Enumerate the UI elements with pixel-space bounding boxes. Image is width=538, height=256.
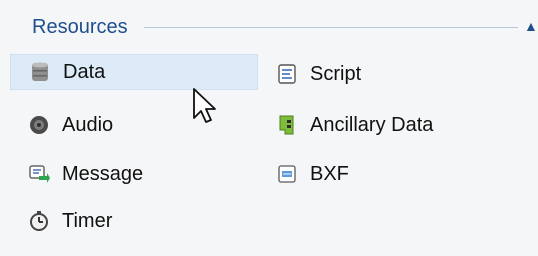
resource-item-audio[interactable]: Audio xyxy=(10,107,258,143)
ancillary-data-icon xyxy=(276,114,298,136)
message-icon xyxy=(28,163,50,185)
database-icon xyxy=(29,61,51,83)
resource-item-timer[interactable]: Timer xyxy=(10,203,258,239)
resource-item-label: Data xyxy=(63,60,106,83)
resource-item-script[interactable]: Script xyxy=(258,56,528,92)
resources-group-title: Resources xyxy=(32,16,136,39)
stopwatch-icon xyxy=(28,210,50,232)
chevron-up-icon[interactable]: ▲ xyxy=(524,19,538,33)
resource-item-label: Timer xyxy=(62,209,113,232)
resource-item-bxf[interactable]: BXF xyxy=(258,156,528,192)
group-separator-line xyxy=(144,27,518,28)
resource-item-message[interactable]: Message xyxy=(10,156,258,192)
resources-group-header[interactable]: Resources ▲ xyxy=(14,14,538,42)
resource-item-label: Script xyxy=(310,62,362,85)
resource-item-label: Audio xyxy=(62,113,114,136)
bxf-icon xyxy=(276,163,298,185)
resource-item-label: Message xyxy=(62,162,144,185)
speaker-icon xyxy=(28,114,50,136)
mouse-cursor-icon xyxy=(193,88,216,123)
resource-item-label: Ancillary Data xyxy=(310,113,434,136)
resources-panel: Resources ▲ Data Audio Message Timer Scr… xyxy=(0,0,538,256)
resource-item-ancillary-data[interactable]: Ancillary Data xyxy=(258,107,528,143)
resource-item-label: BXF xyxy=(310,162,349,185)
script-icon xyxy=(276,63,298,85)
resource-item-data[interactable]: Data xyxy=(10,54,258,90)
